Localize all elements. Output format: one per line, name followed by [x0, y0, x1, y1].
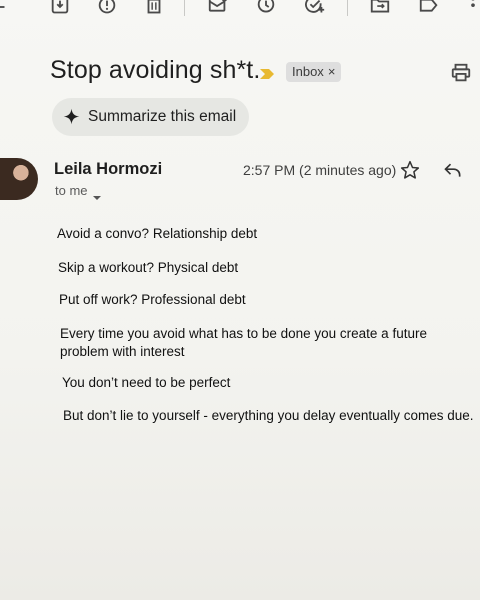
remove-label-icon[interactable]: × — [328, 64, 336, 79]
message-toolbar — [0, 0, 480, 26]
summarize-button-label: Summarize this email — [88, 108, 237, 125]
gmail-message-view: Stop avoiding sh*t. Inbox × Summarize thi… — [0, 0, 480, 600]
archive-icon[interactable] — [49, 0, 71, 18]
email-body-line: Put off work? Professional debt — [59, 292, 246, 307]
print-icon[interactable] — [450, 62, 472, 84]
report-spam-icon[interactable] — [96, 0, 118, 18]
snooze-icon[interactable] — [255, 0, 277, 18]
add-to-tasks-icon[interactable] — [304, 0, 326, 18]
reply-icon[interactable] — [443, 161, 463, 179]
inbox-label-chip[interactable]: Inbox × — [286, 62, 342, 82]
email-body-line: Avoid a convo? Relationship debt — [57, 226, 258, 241]
email-subject: Stop avoiding sh*t. — [50, 56, 261, 84]
recipient-line: to me — [55, 183, 88, 198]
mark-unread-icon[interactable] — [207, 0, 229, 18]
chevron-down-icon[interactable] — [92, 188, 102, 200]
label-icon[interactable] — [418, 0, 440, 18]
label-chip-text: Inbox — [292, 64, 324, 79]
move-to-icon[interactable] — [369, 0, 391, 18]
sparkle-icon — [63, 108, 80, 125]
email-body-line: But don’t lie to yourself - everything y… — [63, 408, 474, 423]
email-body-line: Skip a workout? Physical debt — [58, 260, 239, 275]
star-icon[interactable] — [400, 160, 420, 180]
more-options-icon[interactable] — [462, 0, 480, 18]
toolbar-divider — [347, 0, 348, 16]
delete-icon[interactable] — [143, 0, 165, 18]
back-icon[interactable] — [0, 0, 10, 18]
toolbar-divider — [184, 0, 185, 16]
email-timestamp: 2:57 PM (2 minutes ago) — [243, 162, 397, 178]
email-body-line: You don’t need to be perfect — [62, 375, 231, 390]
email-body-line: Every time you avoid what has to be done… — [60, 326, 427, 359]
important-marker-icon[interactable] — [259, 67, 275, 79]
summarize-email-button[interactable]: Summarize this email — [52, 98, 249, 136]
avatar[interactable] — [0, 158, 38, 200]
sender-name[interactable]: Leila Hormozi — [54, 160, 162, 179]
